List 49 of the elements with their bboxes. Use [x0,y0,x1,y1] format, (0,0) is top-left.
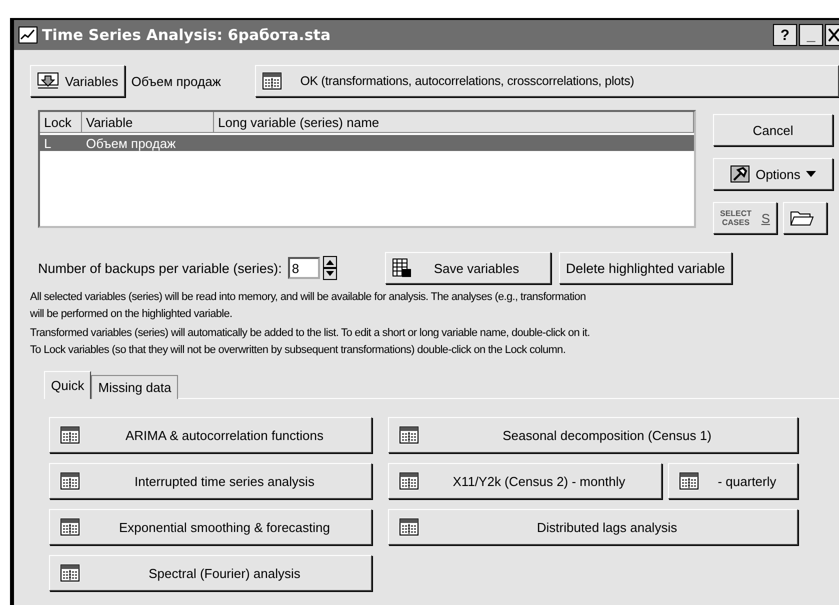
variables-button[interactable]: Variables [30,65,126,97]
current-variable: Объем продаж [131,74,222,88]
spreadsheet-icon [262,72,282,90]
ok-button[interactable]: OK (transformations, autocorrelations, crosscorrelations, plots) [255,65,839,97]
folder-icon [790,209,814,227]
help-text: will be performed on the highlighted variable. [30,307,234,322]
delete-variable-button[interactable]: Delete highlighted variable [558,252,732,284]
analysis-button[interactable]: Seasonal decomposition (Census 1) [388,417,798,453]
floppy-grid-icon [392,258,412,278]
spreadsheet-icon [60,472,80,490]
list-row[interactable]: L Объем продаж [40,135,694,151]
tab[interactable]: Quick [44,371,92,399]
help-text: To Lock variables (so that they will not be overwritten by subsequent transformations) double-click on the Lock column. [30,343,567,358]
tab[interactable]: Missing data [91,375,178,399]
spreadsheet-icon [60,426,80,444]
column-header[interactable]: Variable [82,112,214,133]
analysis-button[interactable]: Exponential smoothing & forecasting [49,509,372,545]
analysis-button[interactable]: - quarterly [668,463,798,499]
cancel-button[interactable]: Cancel [713,114,833,146]
save-variables-button[interactable]: Save variables [384,252,551,284]
dropdown-arrow-icon [806,171,816,177]
analysis-button[interactable]: Spectral (Fourier) analysis [49,555,372,591]
spin-buttons-icon[interactable] [322,256,337,280]
title-bar-button[interactable]: _ [799,24,823,46]
spreadsheet-icon [399,518,419,536]
close-icon[interactable] [825,24,839,46]
spreadsheet-icon [60,518,80,536]
analysis-button[interactable]: ARIMA & autocorrelation functions [49,417,372,453]
download-icon [37,72,59,90]
spreadsheet-icon [679,472,699,490]
chart-icon [18,26,38,44]
column-header[interactable]: Long variable (series) name [214,112,694,133]
options-button[interactable]: Options [713,158,833,190]
spreadsheet-icon [399,472,419,490]
title-bar-button[interactable]: ? [773,24,797,46]
window-title: Time Series Analysis: 6работа.sta [42,26,332,44]
select-cases-button[interactable]: SELECT CASES S [713,202,777,234]
open-folder-button[interactable] [783,202,827,234]
help-text: All selected variables (series) will be read into memory, and will be available for analysis. The analyses (e.g., transformation [30,290,587,305]
help-text: Transformed variables (series) will automatically be added to the list. To edit a short or long variable name, double-click on it. [30,326,591,341]
spreadsheet-icon [60,564,80,582]
analysis-button[interactable]: X11/Y2k (Census 2) - monthly [388,463,662,499]
spreadsheet-icon [399,426,419,444]
backups-field[interactable]: 8 [288,257,320,279]
column-header[interactable]: Lock [40,112,82,133]
analysis-button[interactable]: Distributed lags analysis [388,509,798,545]
hammer-icon [730,165,750,183]
analysis-button[interactable]: Interrupted time series analysis [49,463,372,499]
backups-label: Number of backups per variable (series): [38,260,282,276]
